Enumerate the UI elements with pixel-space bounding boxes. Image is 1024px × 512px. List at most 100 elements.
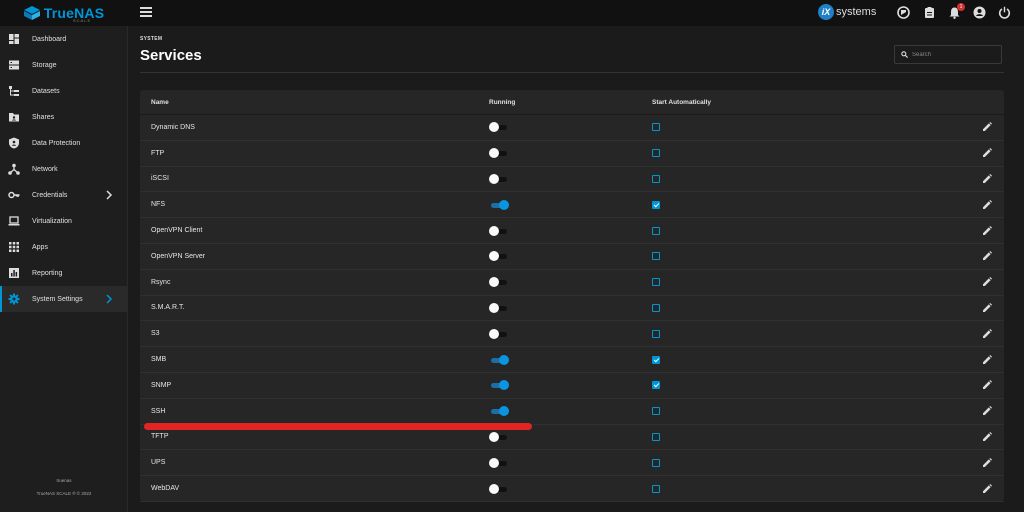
- edit-pencil-icon[interactable]: [982, 148, 992, 158]
- service-name: UPS: [151, 459, 166, 467]
- table-row: NFS: [140, 192, 1004, 219]
- service-name: SSH: [151, 407, 166, 415]
- clipboard-tasks-icon[interactable]: [923, 6, 936, 19]
- edit-pencil-icon[interactable]: [982, 225, 992, 236]
- start-automatically-checkbox[interactable]: [652, 252, 660, 261]
- running-toggle[interactable]: [489, 328, 509, 339]
- sidebar-item-label: Dashboard: [32, 35, 67, 43]
- running-toggle[interactable]: [489, 406, 509, 417]
- edit-pencil-icon[interactable]: [982, 199, 992, 210]
- running-toggle[interactable]: [489, 354, 509, 365]
- running-toggle[interactable]: [489, 173, 509, 184]
- table-body: Dynamic DNS FTP iSCSI NFS OpenVPN Client Open…: [140, 115, 1004, 502]
- service-name: NFS: [151, 201, 165, 209]
- start-automatically-checkbox[interactable]: [652, 174, 660, 183]
- sidebar-item-label: Credentials: [32, 191, 68, 199]
- search-box[interactable]: [894, 45, 1002, 64]
- sidebar-item-shares[interactable]: Shares: [0, 104, 127, 130]
- start-automatically-checkbox[interactable]: [652, 226, 660, 235]
- storage-icon: [9, 60, 19, 70]
- account-icon[interactable]: [973, 6, 986, 19]
- sidebar-item-storage[interactable]: Storage: [0, 52, 127, 78]
- start-automatically-checkbox[interactable]: [652, 200, 660, 209]
- start-automatically-checkbox[interactable]: [652, 381, 660, 390]
- running-toggle[interactable]: [489, 225, 509, 236]
- sidebar-item-system-settings[interactable]: System Settings: [0, 286, 127, 312]
- sidebar-item-label: Shares: [32, 113, 55, 121]
- edit-pencil-icon[interactable]: [982, 354, 992, 365]
- edit-pencil-icon[interactable]: [982, 277, 992, 287]
- edit-pencil-icon[interactable]: [982, 406, 992, 416]
- column-header-name[interactable]: Name: [140, 99, 480, 106]
- service-name: OpenVPN Server: [151, 252, 206, 260]
- apps-grid-icon: [9, 242, 19, 252]
- annotation-underline: [144, 423, 532, 430]
- sidebar: Dashboard Storage Datasets Shares Data P…: [0, 26, 128, 512]
- sidebar-item-datasets[interactable]: Datasets: [0, 78, 127, 104]
- sidebar-item-network[interactable]: Network: [0, 156, 127, 182]
- sidebar-item-credentials[interactable]: Credentials: [0, 182, 127, 208]
- sidebar-item-virtualization[interactable]: Virtualization: [0, 208, 127, 234]
- start-automatically-checkbox[interactable]: [652, 123, 660, 132]
- running-toggle[interactable]: [489, 431, 509, 442]
- edit-pencil-icon[interactable]: [982, 483, 992, 494]
- sidebar-item-dashboard[interactable]: Dashboard: [0, 26, 127, 52]
- running-toggle[interactable]: [489, 148, 509, 159]
- running-toggle[interactable]: [489, 251, 509, 262]
- running-toggle[interactable]: [489, 483, 509, 494]
- edit-pencil-icon[interactable]: [982, 457, 992, 468]
- power-icon[interactable]: [998, 6, 1011, 19]
- column-header-start-automatically[interactable]: Start Automatically: [640, 99, 960, 106]
- edit-pencil-icon[interactable]: [982, 302, 992, 313]
- start-automatically-checkbox[interactable]: [652, 149, 660, 158]
- start-automatically-checkbox[interactable]: [652, 278, 660, 287]
- sidebar-item-apps[interactable]: Apps: [0, 234, 127, 260]
- sidebar-item-label: Data Protection: [32, 139, 81, 147]
- truecommand-icon[interactable]: [897, 6, 910, 19]
- footer-hostname: truenas: [56, 478, 72, 483]
- header-divider: [140, 72, 1004, 73]
- sidebar-item-data-protection[interactable]: Data Protection: [0, 130, 127, 156]
- start-automatically-checkbox[interactable]: [652, 432, 660, 441]
- start-automatically-checkbox[interactable]: [652, 303, 660, 312]
- start-automatically-checkbox[interactable]: [652, 407, 660, 416]
- edit-pencil-icon[interactable]: [982, 380, 992, 390]
- search-input[interactable]: [912, 51, 992, 58]
- edit-pencil-icon[interactable]: [982, 431, 992, 442]
- table-row: UPS: [140, 450, 1004, 477]
- start-automatically-checkbox[interactable]: [652, 484, 660, 493]
- column-header-running[interactable]: Running: [480, 99, 640, 106]
- hamburger-menu-icon[interactable]: [140, 7, 152, 19]
- breadcrumb: SYSTEM: [140, 36, 163, 42]
- table-header: Name Running Start Automatically: [140, 90, 1004, 115]
- start-automatically-checkbox[interactable]: [652, 458, 660, 467]
- running-toggle[interactable]: [489, 199, 509, 210]
- running-toggle[interactable]: [489, 457, 509, 468]
- edit-pencil-icon[interactable]: [982, 173, 992, 184]
- service-name: SMB: [151, 356, 167, 364]
- truenas-logo[interactable]: TrueNAS: [0, 0, 128, 26]
- edit-pencil-icon[interactable]: [982, 251, 992, 261]
- table-row: Dynamic DNS: [140, 115, 1004, 141]
- table-row: S.M.A.R.T.: [140, 296, 1004, 322]
- dashboard-icon: [9, 34, 19, 44]
- service-name: S3: [151, 330, 160, 338]
- service-name: S.M.A.R.T.: [151, 304, 185, 312]
- running-toggle[interactable]: [489, 122, 509, 133]
- gear-icon: [8, 293, 20, 305]
- service-name: FTP: [151, 149, 165, 157]
- table-row: OpenVPN Server: [140, 244, 1004, 270]
- running-toggle[interactable]: [489, 380, 509, 391]
- laptop-icon: [8, 216, 20, 226]
- running-toggle[interactable]: [489, 302, 509, 313]
- sidebar-item-reporting[interactable]: Reporting: [0, 260, 127, 286]
- running-toggle[interactable]: [489, 277, 509, 288]
- start-automatically-checkbox[interactable]: [652, 355, 660, 364]
- start-automatically-checkbox[interactable]: [652, 329, 660, 338]
- ixsystems-logo[interactable]: iX systems: [818, 4, 876, 20]
- edit-pencil-icon[interactable]: [982, 328, 992, 339]
- table-row: SNMP: [140, 373, 1004, 399]
- edit-pencil-icon[interactable]: [982, 122, 992, 132]
- sidebar-item-label: Apps: [32, 243, 48, 251]
- alert-count-badge: 1: [957, 3, 965, 11]
